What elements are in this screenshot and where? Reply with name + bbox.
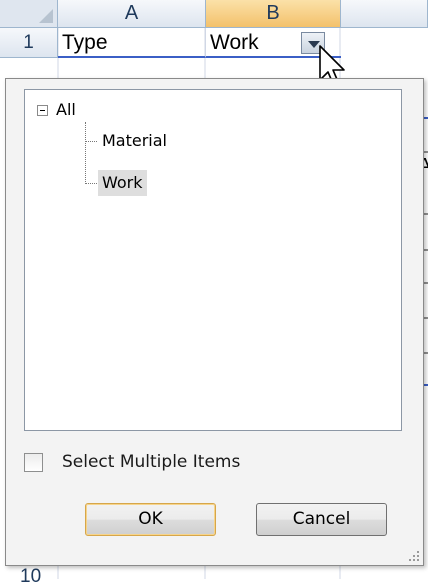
column-header-next[interactable] xyxy=(341,0,428,28)
select-all-triangle-icon xyxy=(39,9,53,23)
tree-item-all[interactable]: All xyxy=(56,100,76,120)
tree-connector xyxy=(85,183,97,184)
select-multiple-checkbox[interactable] xyxy=(24,453,43,472)
filter-dropdown-panel: All Material Work Select Multiple Items … xyxy=(5,78,424,566)
filter-tree: All Material Work xyxy=(24,89,402,431)
collapse-icon[interactable] xyxy=(37,105,48,116)
tree-connector xyxy=(85,141,97,142)
cell-a1[interactable]: Type xyxy=(58,28,206,58)
select-all-corner[interactable] xyxy=(0,0,58,28)
ok-button[interactable]: OK xyxy=(85,503,216,536)
row-number-fragment: 10 xyxy=(20,566,42,587)
select-multiple-label[interactable]: Select Multiple Items xyxy=(62,451,240,473)
tree-item-work[interactable]: Work xyxy=(98,170,147,196)
tree-item-material[interactable]: Material xyxy=(98,128,171,154)
row-header-1[interactable]: 1 xyxy=(0,28,58,58)
resize-grip-icon[interactable] xyxy=(408,550,420,562)
cancel-button[interactable]: Cancel xyxy=(256,503,387,536)
tree-connector xyxy=(85,122,86,184)
column-header-a[interactable]: A xyxy=(58,0,206,28)
column-header-b[interactable]: B xyxy=(206,0,341,28)
